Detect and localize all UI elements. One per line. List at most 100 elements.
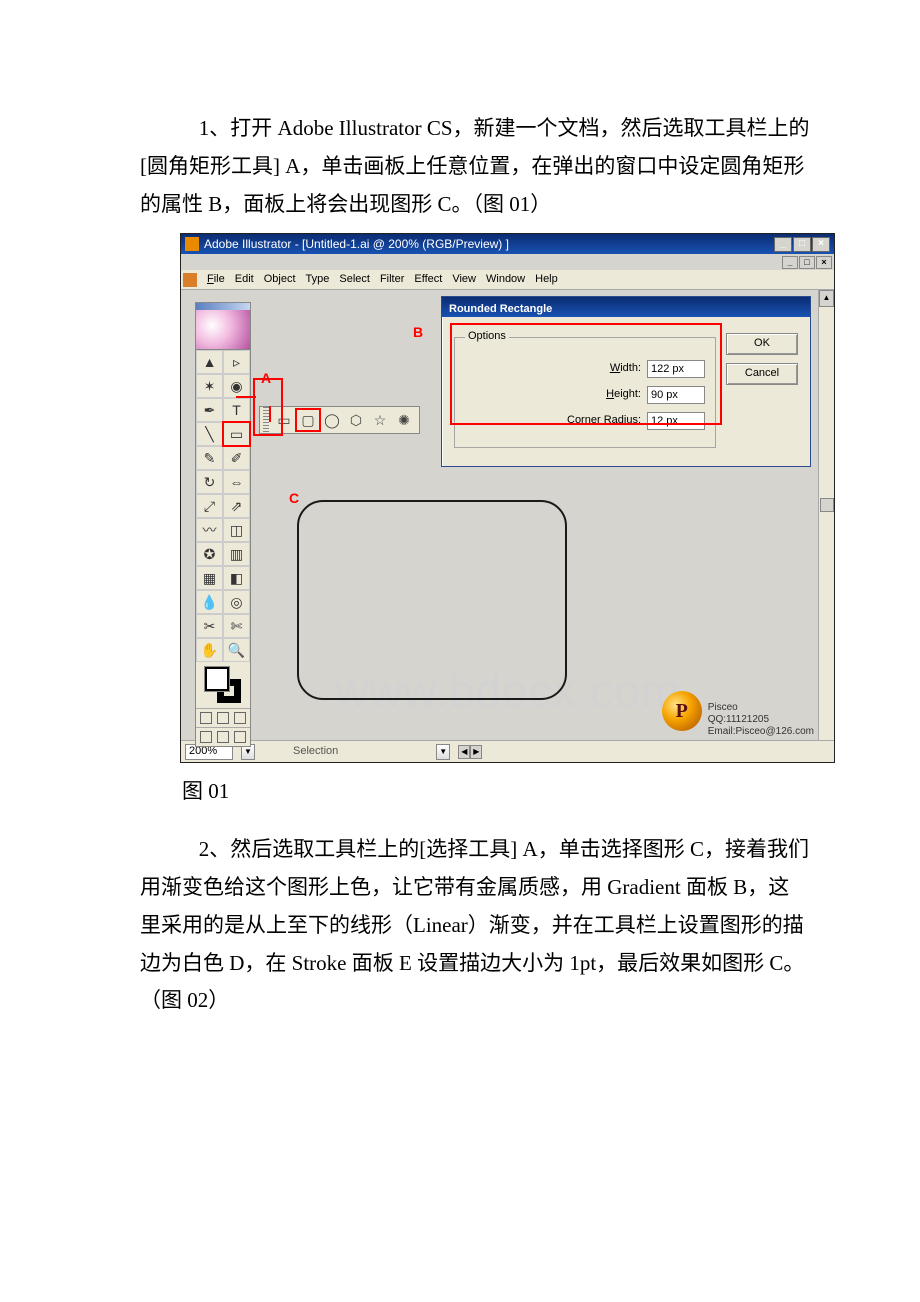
height-label: Height: [606, 385, 641, 405]
menu-help[interactable]: Help [530, 270, 563, 290]
toolbox: ▲ ▹ ✶ ◉ ✒ T ╲ ▭ ✎ ✐ ↻ ⇔ ⤢ ⇗ 〰 ◫ ✪ ▥ ▦ ◧ [195, 302, 251, 747]
rounded-rectangle-icon[interactable]: ▢ [296, 409, 320, 431]
lasso-tool-icon[interactable]: ◉ [223, 374, 250, 398]
screen-normal-icon[interactable] [200, 731, 212, 743]
options-legend: Options [465, 327, 509, 347]
rounded-rectangle-dialog: Rounded Rectangle Options Width: Height:… [441, 296, 811, 466]
menu-window[interactable]: Window [481, 270, 530, 290]
mdi-buttons-row: _ □ × [181, 254, 834, 270]
radius-label: Corner Radius: [567, 411, 641, 431]
options-fieldset: Options Width: Height: Corner Radius: [454, 327, 716, 447]
menu-effect[interactable]: Effect [409, 270, 447, 290]
window-buttons: _ □ × [773, 237, 830, 252]
shear-tool-icon[interactable]: ⇗ [223, 494, 250, 518]
screen-full-icon[interactable] [234, 731, 246, 743]
paragraph-1: 1、打开 Adobe Illustrator CS，新建一个文档，然后选取工具栏… [140, 110, 810, 223]
fill-stroke-swatch[interactable] [196, 662, 250, 708]
hscroll-buttons[interactable]: ◀ ▶ [458, 745, 482, 759]
pen-tool-icon[interactable]: ✒ [196, 398, 223, 422]
window-title: Adobe Illustrator - [Untitled-1.ai @ 200… [204, 234, 773, 256]
annotation-c-label: C [289, 486, 299, 511]
toolbox-emblem [196, 310, 250, 350]
author-signature: Pisceo QQ:11121205 Email:Pisceo@126.com [662, 702, 814, 738]
menu-type[interactable]: Type [301, 270, 335, 290]
none-mode-icon[interactable] [234, 712, 246, 724]
screenshot-illustrator: Adobe Illustrator - [Untitled-1.ai @ 200… [180, 233, 835, 763]
close-button[interactable]: × [812, 237, 830, 252]
eyedropper-tool-icon[interactable]: 💧 [196, 590, 223, 614]
symbol-tool-icon[interactable]: ✪ [196, 542, 223, 566]
menu-object[interactable]: Object [259, 270, 301, 290]
ellipse-icon[interactable]: ◯ [320, 409, 344, 431]
signature-name: Pisceo [708, 702, 814, 714]
mdi-restore-button[interactable]: □ [799, 256, 815, 269]
hand-tool-icon[interactable]: ✋ [196, 638, 223, 662]
app-icon [185, 237, 199, 251]
screen-full-menu-icon[interactable] [217, 731, 229, 743]
pencil-tool-icon[interactable]: ✐ [223, 446, 250, 470]
mesh-tool-icon[interactable]: ▦ [196, 566, 223, 590]
direct-select-tool-icon[interactable]: ▹ [223, 350, 250, 374]
menu-edit[interactable]: Edit [230, 270, 259, 290]
signature-badge-icon [662, 691, 702, 731]
rectangle-tool-icon[interactable]: ▭ [223, 422, 250, 446]
menu-bar: File Edit Object Type Select Filter Effe… [181, 270, 834, 290]
shape-tool-flyout: ▭ ▢ ◯ ⬡ ☆ ✺ [259, 406, 420, 434]
gradient-tool-icon[interactable]: ◧ [223, 566, 250, 590]
brush-tool-icon[interactable]: ✎ [196, 446, 223, 470]
hscroll-left-icon[interactable]: ◀ [458, 745, 470, 759]
status-bar: 200% ▼ Selection ▼ ◀ ▶ [181, 740, 834, 762]
dialog-title: Rounded Rectangle [442, 297, 810, 317]
ok-button[interactable]: OK [726, 333, 798, 355]
artboard-rounded-rectangle[interactable] [297, 500, 567, 700]
flare-icon[interactable]: ✺ [392, 409, 416, 431]
workspace: www.bdocx.com ▲ ▹ ✶ ◉ ✒ T ╲ ▭ ✎ ✐ ↻ ⇔ ⤢ … [181, 290, 834, 740]
scale-tool-icon[interactable]: ⤢ [196, 494, 223, 518]
warp-tool-icon[interactable]: 〰 [196, 518, 223, 542]
status-dropdown-icon[interactable]: ▼ [436, 744, 450, 760]
type-tool-icon[interactable]: T [223, 398, 250, 422]
figure-caption-01: 图 01 [140, 773, 810, 811]
toolbox-header[interactable] [196, 303, 250, 310]
window-titlebar: Adobe Illustrator - [Untitled-1.ai @ 200… [181, 234, 834, 254]
menu-filter[interactable]: Filter [375, 270, 409, 290]
scroll-thumb[interactable] [820, 498, 834, 512]
star-icon[interactable]: ☆ [368, 409, 392, 431]
slice-tool-icon[interactable]: ✂ [196, 614, 223, 638]
signature-qq: QQ:11121205 [708, 714, 814, 726]
radius-input[interactable] [647, 412, 705, 430]
line-tool-icon[interactable]: ╲ [196, 422, 223, 446]
paragraph-2: 2、然后选取工具栏上的[选择工具] A，单击选择图形 C，接着我们用渐变色给这个… [140, 831, 810, 1020]
gradient-mode-icon[interactable] [217, 712, 229, 724]
fill-swatch[interactable] [205, 667, 229, 691]
doc-icon [183, 273, 197, 287]
mdi-minimize-button[interactable]: _ [782, 256, 798, 269]
selection-tool-icon[interactable]: ▲ [196, 350, 223, 374]
vertical-scrollbar[interactable] [818, 290, 834, 740]
mdi-close-button[interactable]: × [816, 256, 832, 269]
width-input[interactable] [647, 360, 705, 378]
blend-tool-icon[interactable]: ◎ [223, 590, 250, 614]
rotate-tool-icon[interactable]: ↻ [196, 470, 223, 494]
height-input[interactable] [647, 386, 705, 404]
graph-tool-icon[interactable]: ▥ [223, 542, 250, 566]
zoom-tool-icon[interactable]: 🔍 [223, 638, 250, 662]
menu-file[interactable]: File [202, 270, 230, 290]
cancel-button[interactable]: Cancel [726, 363, 798, 385]
maximize-button[interactable]: □ [793, 237, 811, 252]
status-mode: Selection [263, 742, 338, 762]
signature-email: Email:Pisceo@126.com [708, 726, 814, 738]
free-transform-tool-icon[interactable]: ◫ [223, 518, 250, 542]
reflect-tool-icon[interactable]: ⇔ [223, 470, 250, 494]
menu-select[interactable]: Select [334, 270, 375, 290]
hscroll-right-icon[interactable]: ▶ [470, 745, 482, 759]
polygon-icon[interactable]: ⬡ [344, 409, 368, 431]
toolbox-screen-icons [196, 727, 250, 746]
scissors-tool-icon[interactable]: ✄ [223, 614, 250, 638]
magic-wand-tool-icon[interactable]: ✶ [196, 374, 223, 398]
color-mode-icon[interactable] [200, 712, 212, 724]
annotation-b-label: B [413, 320, 423, 345]
minimize-button[interactable]: _ [774, 237, 792, 252]
menu-view[interactable]: View [447, 270, 481, 290]
width-label: Width: [610, 359, 641, 379]
